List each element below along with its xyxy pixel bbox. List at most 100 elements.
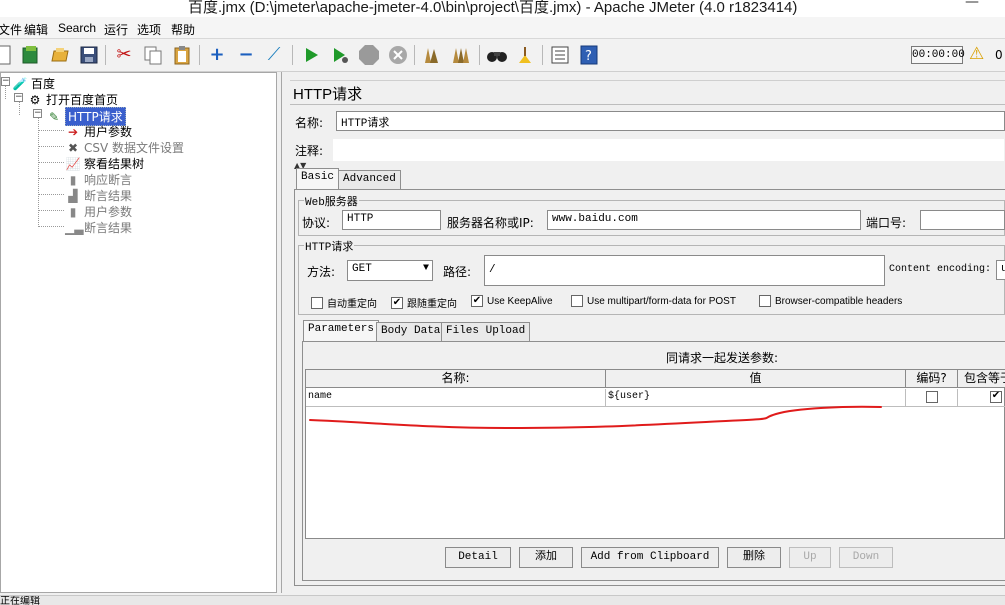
menu-run[interactable]: 运行 bbox=[104, 21, 128, 38]
templates-icon[interactable] bbox=[20, 44, 42, 66]
comment-label: 注释: bbox=[295, 144, 324, 158]
check-icon: ✔ bbox=[391, 296, 403, 309]
window-title: 百度.jmx (D:\jmeter\apache-jmeter-4.0\bin\… bbox=[188, 0, 798, 16]
tree-node-response-assertion[interactable]: ▮ 响应断言 bbox=[65, 171, 132, 188]
toolbar: ✂ + − ⟋ ? bbox=[0, 39, 1005, 72]
follow-redirects-checkbox[interactable]: ✔ 跟随重定向 bbox=[391, 295, 457, 310]
col-header-encode[interactable]: 编码? bbox=[906, 370, 958, 388]
title-bar: 百度.jmx (D:\jmeter\apache-jmeter-4.0\bin\… bbox=[0, 0, 1005, 17]
menu-file[interactable]: 文件 bbox=[0, 21, 22, 38]
web-server-title: Web服务器 bbox=[304, 193, 359, 209]
help-icon[interactable]: ? bbox=[578, 44, 600, 66]
stop-icon[interactable] bbox=[358, 44, 380, 66]
table-row-encode-cell[interactable] bbox=[906, 389, 958, 407]
server-label: 服务器名称或IP: bbox=[447, 216, 534, 230]
tree-node-test-plan[interactable]: 🧪 百度 bbox=[12, 75, 56, 92]
copy-icon[interactable] bbox=[142, 44, 164, 66]
multipart-checkbox[interactable]: Use multipart/form-data for POST bbox=[571, 295, 736, 307]
clear-icon[interactable] bbox=[421, 44, 443, 66]
add-button[interactable]: 添加 bbox=[519, 547, 573, 568]
toggle-icon[interactable]: ⟋ bbox=[263, 44, 285, 66]
protocol-label: 协议: bbox=[302, 216, 331, 230]
browser-headers-checkbox[interactable]: Browser-compatible headers bbox=[759, 295, 902, 307]
name-label: 名称: bbox=[295, 116, 324, 130]
pipette-icon: ✎ bbox=[48, 109, 60, 124]
tab-files-upload[interactable]: Files Upload bbox=[441, 322, 531, 341]
parameters-table: 名称: 值 编码? 包含等于 name ${user} ✔ bbox=[305, 369, 1005, 539]
port-label: 端口号: bbox=[866, 216, 907, 230]
menu-options[interactable]: 选项 bbox=[137, 21, 161, 38]
paste-icon[interactable] bbox=[171, 44, 193, 66]
status-bar: 正在编辑 bbox=[0, 595, 1005, 605]
col-header-value[interactable]: 值 bbox=[606, 370, 906, 388]
expand-icon[interactable]: + bbox=[206, 44, 228, 66]
protocol-input[interactable]: HTTP bbox=[342, 210, 441, 230]
comment-input[interactable] bbox=[332, 138, 1005, 162]
down-button[interactable]: Down bbox=[839, 547, 893, 568]
tab-body-data[interactable]: Body Data bbox=[376, 322, 446, 341]
tree-node-thread-group[interactable]: ⚙ 打开百度首页 bbox=[27, 91, 118, 108]
table-row-include-equals-cell[interactable]: ✔ bbox=[958, 389, 1005, 407]
panel-title: HTTP请求 bbox=[293, 86, 363, 103]
tree-node-assertion-results-2[interactable]: ▁▃ 断言结果 bbox=[65, 219, 132, 236]
menu-edit[interactable]: 编辑 bbox=[24, 21, 48, 38]
preprocessor-icon: ▮ bbox=[69, 204, 77, 219]
reset-search-icon[interactable] bbox=[514, 44, 536, 66]
tree-node-csv-data-set[interactable]: ✖ CSV 数据文件设置 bbox=[65, 139, 184, 156]
add-from-clipboard-button[interactable]: Add from Clipboard bbox=[581, 547, 719, 568]
start-no-pauses-icon[interactable] bbox=[329, 44, 351, 66]
checkbox-box bbox=[311, 296, 323, 309]
function-helper-icon[interactable] bbox=[549, 44, 571, 66]
new-icon[interactable] bbox=[0, 44, 14, 66]
tree-node-view-results-tree[interactable]: 📈 察看结果树 bbox=[65, 155, 145, 172]
keepalive-checkbox[interactable]: ✔ Use KeepAlive bbox=[471, 295, 553, 307]
test-plan-tree: − 🧪 百度 − ⚙ 打开百度首页 − ✎ HTTP请求 ➔ 用户参数 ✖ CS… bbox=[0, 72, 277, 593]
tree-toggle-sampler[interactable]: − bbox=[33, 109, 42, 118]
path-label: 路径: bbox=[443, 265, 472, 279]
name-input[interactable]: HTTP请求 bbox=[336, 111, 1005, 131]
tab-basic[interactable]: Basic bbox=[296, 168, 340, 189]
open-icon[interactable] bbox=[49, 44, 71, 66]
auto-redirect-checkbox[interactable]: 自动重定向 bbox=[311, 295, 377, 310]
tree-node-assertion-results[interactable]: ▟ 断言结果 bbox=[65, 187, 132, 204]
delete-button[interactable]: 删除 bbox=[727, 547, 781, 568]
checkbox-box bbox=[925, 391, 938, 403]
tab-advanced[interactable]: Advanced bbox=[338, 170, 401, 189]
listener-chart-icon: ▁▃ bbox=[65, 220, 84, 235]
checkbox-box bbox=[571, 295, 583, 307]
col-header-include-equals[interactable]: 包含等于 bbox=[958, 370, 1005, 388]
port-input[interactable] bbox=[920, 210, 1005, 230]
method-select[interactable]: GET ▼ bbox=[347, 260, 433, 281]
menu-search[interactable]: Search bbox=[58, 21, 96, 35]
assertion-icon: ▮ bbox=[69, 172, 77, 187]
save-icon[interactable] bbox=[78, 44, 100, 66]
red-annotation-stroke bbox=[309, 405, 882, 430]
warning-icon[interactable]: ⚠ bbox=[969, 44, 984, 64]
menu-bar: 文件 编辑 Search 运行 选项 帮助 bbox=[0, 17, 1005, 39]
http-request-title: HTTP请求 bbox=[304, 238, 355, 254]
col-header-name[interactable]: 名称: bbox=[306, 370, 606, 388]
tab-parameters[interactable]: Parameters bbox=[303, 320, 380, 341]
chevron-down-icon: ▼ bbox=[422, 263, 429, 274]
check-icon: ✔ bbox=[471, 295, 483, 307]
check-icon: ✔ bbox=[990, 391, 1002, 403]
cut-icon[interactable]: ✂ bbox=[113, 44, 135, 66]
minimize-icon[interactable]: — bbox=[965, 0, 979, 10]
tree-node-user-parameters[interactable]: ➔ 用户参数 bbox=[65, 123, 132, 140]
detail-button[interactable]: Detail bbox=[445, 547, 511, 568]
server-input[interactable]: www.baidu.com bbox=[547, 210, 861, 230]
path-input[interactable]: / bbox=[484, 255, 885, 286]
search-icon[interactable] bbox=[486, 44, 508, 66]
tree-toggle-thread-group[interactable]: − bbox=[14, 93, 23, 102]
start-icon[interactable] bbox=[300, 44, 322, 66]
tree-node-user-parameters-2[interactable]: ▮ 用户参数 bbox=[65, 203, 132, 220]
collapse-icon[interactable]: − bbox=[235, 44, 257, 66]
menu-help[interactable]: 帮助 bbox=[171, 21, 195, 38]
listener-chart-icon: 📈 bbox=[65, 156, 81, 171]
up-button[interactable]: Up bbox=[789, 547, 831, 568]
shutdown-icon[interactable] bbox=[387, 44, 409, 66]
tree-toggle-root[interactable]: − bbox=[1, 77, 10, 86]
tools-icon: ✖ bbox=[67, 140, 79, 155]
encoding-input[interactable]: u bbox=[996, 260, 1005, 280]
clear-all-icon[interactable] bbox=[450, 44, 472, 66]
